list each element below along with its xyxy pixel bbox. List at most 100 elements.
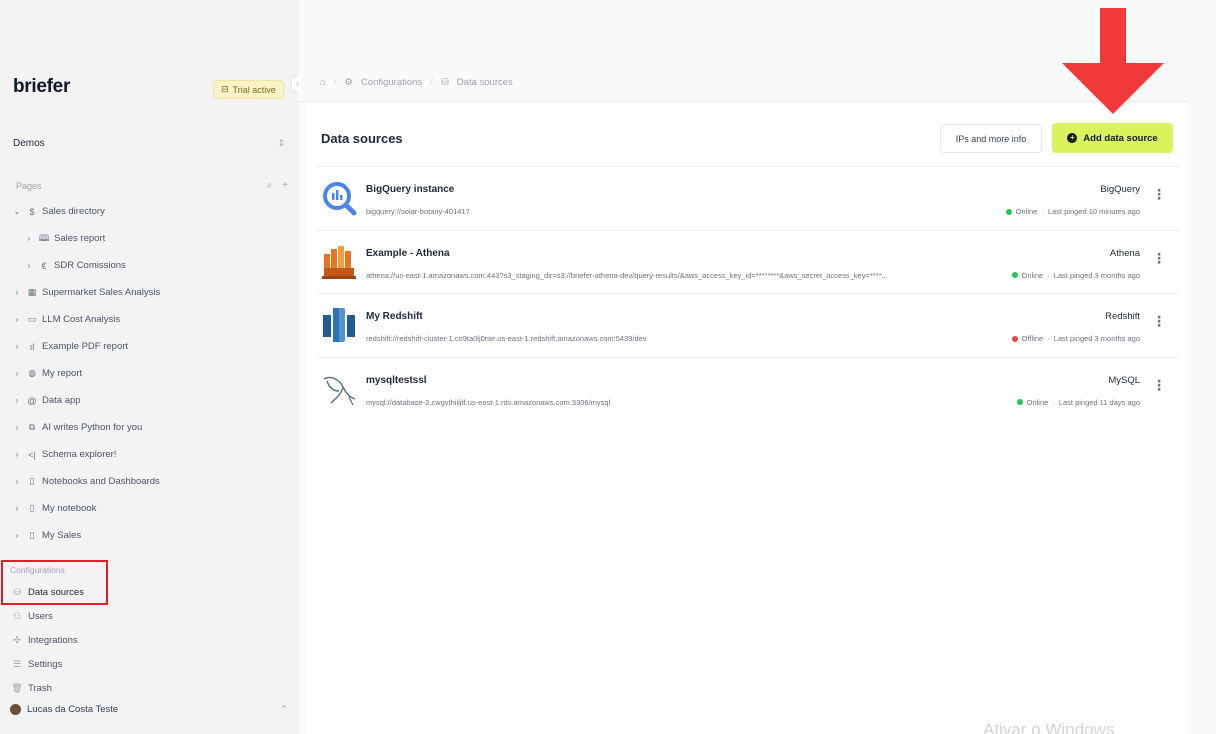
ips-info-button[interactable]: IPs and more info — [940, 124, 1042, 153]
breadcrumb-separator: / — [430, 77, 433, 88]
sidebar-item-integrations[interactable]: ✣ Integrations — [0, 628, 298, 652]
home-icon[interactable]: ⌂ — [320, 77, 326, 88]
sidebar-page-item[interactable]: › @ Data app — [0, 387, 298, 414]
page-title: Data sources — [321, 131, 403, 146]
windows-watermark: Ativar o Windows — [983, 720, 1115, 734]
breadcrumb-data-sources[interactable]: Data sources — [457, 77, 513, 88]
data-source-name: mysqltestssl — [366, 374, 427, 386]
sidebar-item-label: Trash — [28, 682, 52, 694]
add-page-icon[interactable]: + — [282, 180, 288, 191]
sidebar-page-label: My report — [42, 368, 83, 379]
pages-header: Pages ⌕ + — [16, 180, 288, 191]
more-options-icon[interactable]: ⋮ — [1152, 251, 1166, 265]
ticket-icon: ⊟ — [221, 84, 229, 94]
trial-badge[interactable]: ⊟ Trial active — [213, 80, 284, 99]
data-source-connection: redshift://redshift-cluster-1.co9ta0lj0n… — [366, 334, 647, 343]
user-menu[interactable]: Lucas da Costa Teste ⌃ — [10, 704, 288, 715]
status-separator: · — [1041, 207, 1044, 216]
sidebar-page-label: My notebook — [42, 503, 97, 514]
last-pinged: Last pinged 10 minutes ago — [1047, 207, 1140, 216]
status-dot — [1016, 399, 1023, 405]
data-source-connection: mysql://database-2.cwgvthiiljtf.us-east-… — [366, 397, 611, 407]
sidebar-page-label: Supermarket Sales Analysis — [42, 287, 161, 298]
data-source-name: BigQuery instance — [366, 184, 455, 195]
sidebar-page-item[interactable]: › ▭ LLM Cost Analysis — [0, 306, 298, 333]
chevron-icon[interactable]: › — [12, 369, 22, 378]
sidebar-item-settings[interactable]: ☰ Settings — [0, 652, 298, 676]
sidebar-page-item[interactable]: › <| Schema explorer! — [0, 441, 298, 468]
data-source-name: Example - Athena — [366, 247, 450, 259]
chevron-icon[interactable]: › — [12, 504, 22, 513]
chevron-up-icon: ⌃ — [280, 704, 288, 714]
sidebar-page-item[interactable]: › 🕮 Sales report — [0, 225, 298, 252]
workspace-selector[interactable]: Demos ⇕ — [13, 134, 285, 152]
annotation-arrow — [1062, 8, 1164, 114]
data-source-row[interactable]: My Redshift redshift://redshift-cluster-1… — [316, 293, 1180, 357]
file-icon: ▯ — [29, 530, 35, 540]
more-options-icon[interactable]: ⋮ — [1152, 378, 1166, 392]
status-separator: · — [1047, 270, 1050, 280]
chevron-icon[interactable]: › — [12, 396, 22, 405]
sidebar-item-label: Settings — [28, 658, 63, 670]
user-name: Lucas da Costa Teste — [27, 704, 119, 715]
data-source-status: Online · Last pinged 3 months ago — [1011, 270, 1140, 280]
chevron-icon[interactable]: › — [12, 477, 22, 486]
workspace-name: Demos — [13, 137, 45, 149]
data-source-row[interactable]: mysqltestssl mysql://database-2.cwgvthiil… — [316, 356, 1180, 421]
breadcrumb-configurations[interactable]: Configurations — [361, 77, 422, 88]
data-source-type: BigQuery — [1100, 184, 1140, 195]
chevron-icon[interactable]: › — [12, 531, 22, 540]
data-source-status: Online · Last pinged 10 minutes ago — [1005, 207, 1140, 216]
sidebar-item-trash[interactable]: 🗑 Trash — [0, 676, 298, 700]
sidebar-page-item[interactable]: › ▯ My notebook — [0, 495, 298, 522]
sidebar-page-item[interactable]: › ▯ My Sales — [0, 522, 298, 549]
sidebar-page-label: SDR Comissions — [54, 260, 126, 271]
chevron-icon[interactable]: › — [12, 423, 22, 432]
data-source-row[interactable]: BigQuery instance bigquery://solar-botany… — [316, 166, 1180, 230]
sidebar-item-users[interactable]: ⚇ Users — [0, 604, 298, 628]
users-icon: ⚇ — [12, 610, 22, 621]
chevron-icon[interactable]: ⌄ — [12, 207, 22, 216]
file-icon: ▯ — [29, 503, 35, 513]
data-source-connection: bigquery://solar-botany-401417 — [366, 207, 470, 216]
pages-nav: ⌄ $ Sales directory › 🕮 Sales report › € SDR Com… — [0, 198, 298, 549]
pages-label: Pages — [16, 180, 42, 191]
bar-chart-icon: ıl — [29, 341, 35, 352]
chevron-icon[interactable]: › — [12, 342, 22, 351]
sidebar-page-label: Sales report — [54, 233, 106, 244]
data-source-row[interactable]: Example - Athena athena://us-east-1.amazo… — [316, 229, 1180, 294]
status-label: Online — [1015, 207, 1038, 216]
last-pinged: Last pinged 3 months ago — [1053, 270, 1140, 280]
data-source-type: MySQL — [1108, 374, 1140, 386]
sidebar: briefer ⊟ Trial active ‹ Demos ⇕ Pages ⌕… — [0, 0, 305, 734]
last-pinged: Last pinged 3 months ago — [1053, 334, 1140, 343]
chevron-icon[interactable]: › — [24, 234, 34, 243]
sidebar-page-item[interactable]: › ⧉ AI writes Python for you — [0, 414, 298, 441]
euro-icon: € — [41, 260, 47, 271]
status-dot — [1011, 335, 1018, 342]
add-data-source-label: Add data source — [1083, 132, 1158, 144]
sidebar-page-item[interactable]: › ◍ My report — [0, 360, 298, 387]
search-pages-icon[interactable]: ⌕ — [267, 180, 273, 191]
data-source-type: Redshift — [1105, 311, 1140, 322]
app-logo: briefer — [13, 76, 71, 97]
sidebar-page-item[interactable]: ⌄ $ Sales directory — [0, 198, 298, 225]
chevron-icon[interactable]: › — [12, 450, 22, 459]
chevron-icon[interactable]: › — [12, 315, 22, 324]
globe-icon: ◍ — [28, 368, 36, 378]
status-dot — [1011, 272, 1018, 278]
sidebar-page-item[interactable]: › ıl Example PDF report — [0, 333, 298, 360]
annotation-highlight-box — [1, 560, 108, 605]
sidebar-item-label: Users — [28, 610, 53, 622]
add-data-source-button[interactable]: + Add data source — [1052, 123, 1173, 153]
breadcrumb: ⌂ / ⚙ Configurations / ⛁ Data sources — [298, 64, 1188, 102]
store-icon: ▦ — [27, 287, 37, 297]
sidebar-page-item[interactable]: › ▦ Supermarket Sales Analysis — [0, 279, 298, 306]
more-options-icon[interactable]: ⋮ — [1152, 187, 1166, 201]
chevron-icon[interactable]: › — [24, 261, 34, 270]
sidebar-page-item[interactable]: › € SDR Comissions — [0, 252, 298, 279]
dollar-icon: $ — [29, 206, 35, 217]
more-options-icon[interactable]: ⋮ — [1152, 314, 1166, 328]
chevron-icon[interactable]: › — [12, 288, 22, 297]
sidebar-page-item[interactable]: › ▯ Notebooks and Dashboards — [0, 468, 298, 495]
